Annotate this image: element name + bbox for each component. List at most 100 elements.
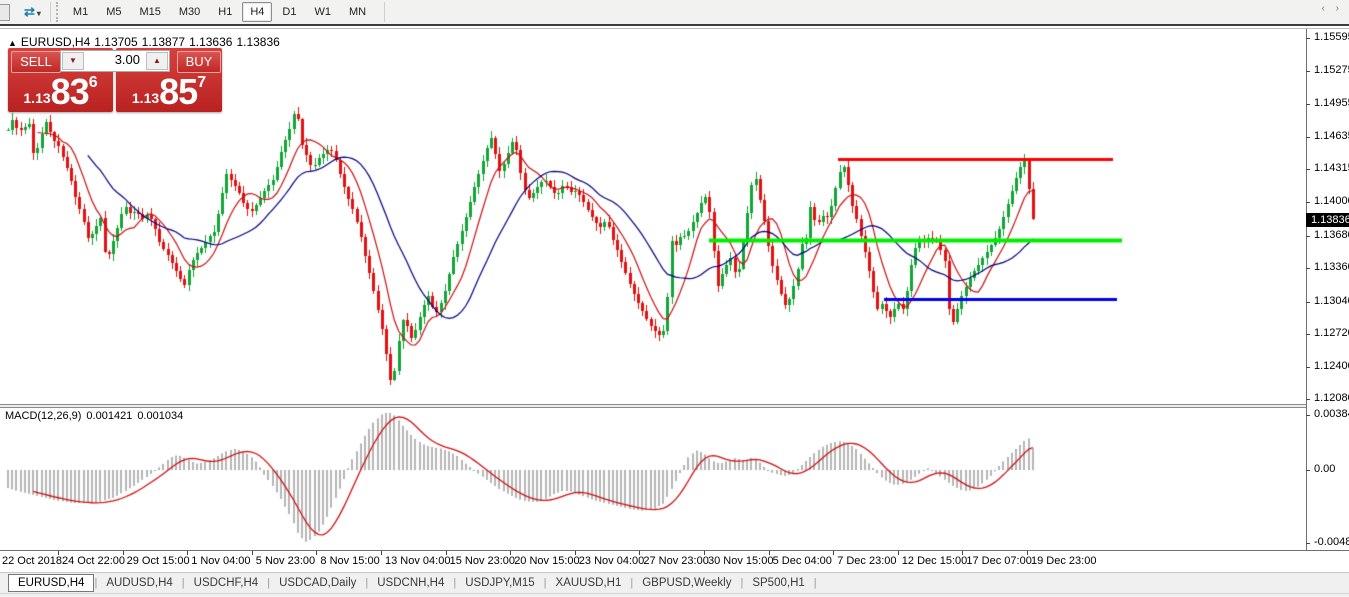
time-axis-tick bbox=[381, 551, 382, 555]
axis-tick bbox=[1306, 236, 1310, 237]
timeframe-button-m15[interactable]: M15 bbox=[131, 2, 168, 22]
time-axis-label: 5 Nov 23:00 bbox=[255, 555, 316, 567]
price-axis-label: 1.12080 bbox=[1314, 392, 1349, 404]
chart-tab-xauusd[interactable]: XAUUSD,H1 bbox=[547, 575, 631, 591]
price-axis-label: 1.14635 bbox=[1314, 130, 1349, 142]
sell-price-sup: 6 bbox=[88, 74, 98, 91]
timeframe-button-d1[interactable]: D1 bbox=[274, 2, 304, 22]
price-axis-label: 1.15595 bbox=[1314, 31, 1349, 43]
chart-tab-usdjpy[interactable]: USDJPY,M15 bbox=[456, 575, 543, 591]
axis-tick bbox=[1306, 302, 1310, 303]
chart-tab-eurusd[interactable]: EURUSD,H4 bbox=[8, 574, 95, 592]
time-axis-tick bbox=[768, 551, 770, 555]
time-axis-tick bbox=[251, 551, 253, 555]
timeframe-button-h4[interactable]: H4 bbox=[242, 2, 273, 22]
time-axis-label: 13 Nov 04:00 bbox=[385, 555, 451, 567]
macd-name: MACD(12,26,9) bbox=[5, 410, 82, 422]
chart-tab-gbpusd[interactable]: GBPUSD,Weekly bbox=[633, 575, 740, 591]
macd-indicator-label: MACD(12,26,9) 0.001421 0.001034 bbox=[5, 410, 188, 422]
chart-tab-audusd[interactable]: AUDUSD,H4 bbox=[97, 575, 181, 591]
ohlc-low: 1.13636 bbox=[189, 35, 233, 49]
sell-price[interactable]: 1.13 83 6 bbox=[8, 72, 113, 112]
tab-separator: | bbox=[813, 577, 817, 589]
axis-tick bbox=[1306, 268, 1310, 269]
timeframe-button-mn[interactable]: MN bbox=[341, 2, 374, 22]
macd-value-signal: 0.001034 bbox=[137, 410, 184, 422]
timeframe-button-m30[interactable]: M30 bbox=[171, 2, 208, 22]
chart-tab-sp500[interactable]: SP500,H1 bbox=[743, 575, 813, 591]
chart-tab-bar: EURUSD,H4 | AUDUSD,H4 | USDCHF,H4 | USDCAD,Dai… bbox=[0, 572, 1349, 593]
symbol-triangle-icon: ▲ bbox=[8, 38, 17, 48]
axis-tick bbox=[1306, 334, 1310, 335]
time-axis-tick bbox=[58, 551, 59, 555]
time-axis-label: 7 Dec 23:00 bbox=[837, 555, 897, 567]
axis-tick bbox=[1306, 543, 1310, 544]
buy-price[interactable]: 1.13 85 7 bbox=[116, 72, 222, 112]
price-axis-label: 1.13360 bbox=[1314, 261, 1349, 273]
timeframe-button-m5[interactable]: M5 bbox=[98, 2, 129, 22]
tab-scroll-arrows[interactable]: ‹ › bbox=[1322, 3, 1343, 14]
time-axis-tick bbox=[316, 551, 318, 555]
ohlc-open: 1.13705 bbox=[94, 35, 138, 49]
timeframe-buttons: M1 M5 M15 M30 H1 H4 D1 W1 MN bbox=[64, 2, 375, 22]
price-axis-label: 1.12720 bbox=[1314, 327, 1349, 339]
time-axis-label: 19 Dec 23:00 bbox=[1031, 555, 1097, 567]
volume-value[interactable]: 3.00 bbox=[85, 51, 145, 71]
macd-value-main: 0.001421 bbox=[86, 410, 133, 422]
ohlc-close: 1.13836 bbox=[236, 35, 280, 49]
toolbar-separator bbox=[49, 2, 51, 22]
clipped-toolbar-icon[interactable] bbox=[0, 3, 10, 21]
macd-axis-label: -0.004856 bbox=[1314, 536, 1349, 548]
chart-tab-usdchf[interactable]: USDCHF,H4 bbox=[185, 575, 268, 591]
timeframe-toolbar: ⇄ ▾ M1 M5 M15 M30 H1 H4 D1 W1 MN bbox=[0, 0, 1349, 26]
buy-button[interactable]: BUY bbox=[177, 51, 221, 73]
sell-price-big: 83 bbox=[50, 71, 90, 112]
current-price-badge: 1.13836 bbox=[1306, 213, 1349, 227]
price-axis: 1.15595 1.15275 1.14955 1.14635 1.14315 1.140… bbox=[1306, 29, 1349, 550]
macd-axis-label: 0.003847 bbox=[1314, 408, 1349, 420]
volume-increase-button[interactable]: ▲ bbox=[146, 52, 168, 70]
buy-price-sup: 7 bbox=[197, 74, 207, 91]
time-axis-tick bbox=[639, 551, 641, 555]
toolbar-grip[interactable] bbox=[55, 2, 58, 22]
time-axis: 22 Oct 2018 24 Oct 22:00 29 Oct 15:00 1 Nov… bbox=[0, 551, 1349, 571]
axis-tick bbox=[1306, 71, 1310, 72]
ohlc-high: 1.13877 bbox=[141, 35, 186, 49]
time-axis-tick bbox=[897, 551, 899, 555]
time-axis-label: 20 Nov 15:00 bbox=[514, 555, 580, 567]
time-axis-tick bbox=[704, 551, 705, 555]
status-bar bbox=[0, 593, 1349, 597]
price-axis-label: 1.13680 bbox=[1314, 229, 1349, 241]
time-axis-label: 27 Nov 23:00 bbox=[643, 555, 709, 567]
axis-tick bbox=[1306, 38, 1310, 39]
chart-tab-usdcad[interactable]: USDCAD,Daily bbox=[270, 575, 365, 591]
toolbar-separator bbox=[384, 2, 386, 22]
timeframe-button-w1[interactable]: W1 bbox=[306, 2, 339, 22]
time-axis-label: 22 Oct 2018 bbox=[2, 555, 62, 567]
macd-chart-canvas[interactable] bbox=[0, 408, 1306, 550]
time-axis-label: 8 Nov 15:00 bbox=[320, 555, 380, 567]
volume-decrease-button[interactable]: ▼ bbox=[62, 52, 84, 70]
buy-price-small: 1.13 bbox=[131, 90, 160, 106]
one-click-trade-panel: SELL BUY ▼ 3.00 ▲ 1.13 83 6 1.13 85 7 bbox=[8, 48, 222, 112]
time-axis-tick bbox=[122, 551, 124, 555]
timeframe-button-m1[interactable]: M1 bbox=[65, 2, 96, 22]
macd-axis-label: 0.00 bbox=[1314, 463, 1336, 475]
time-axis-label: 12 Dec 15:00 bbox=[901, 555, 968, 567]
volume-spinner: ▼ 3.00 ▲ bbox=[60, 50, 170, 72]
timeframe-button-h1[interactable]: H1 bbox=[210, 2, 240, 22]
axis-tick bbox=[1306, 415, 1310, 416]
autotrade-arrows-icon[interactable]: ⇄ ▾ bbox=[24, 4, 41, 20]
time-axis-label: 17 Dec 07:00 bbox=[966, 555, 1032, 567]
sell-button[interactable]: SELL bbox=[11, 51, 61, 73]
sell-price-small: 1.13 bbox=[23, 90, 51, 106]
time-axis-label: 23 Nov 04:00 bbox=[578, 555, 645, 567]
price-axis-label: 1.15275 bbox=[1314, 64, 1349, 76]
chart-tab-usdcnh[interactable]: USDCNH,H4 bbox=[368, 575, 453, 591]
time-axis-tick bbox=[445, 551, 447, 555]
price-axis-label: 1.13040 bbox=[1314, 295, 1349, 307]
price-axis-label: 1.12400 bbox=[1314, 360, 1349, 372]
time-axis-label: 5 Dec 04:00 bbox=[772, 555, 832, 567]
time-axis-tick bbox=[1027, 551, 1028, 555]
price-axis-label: 1.14955 bbox=[1314, 97, 1349, 109]
